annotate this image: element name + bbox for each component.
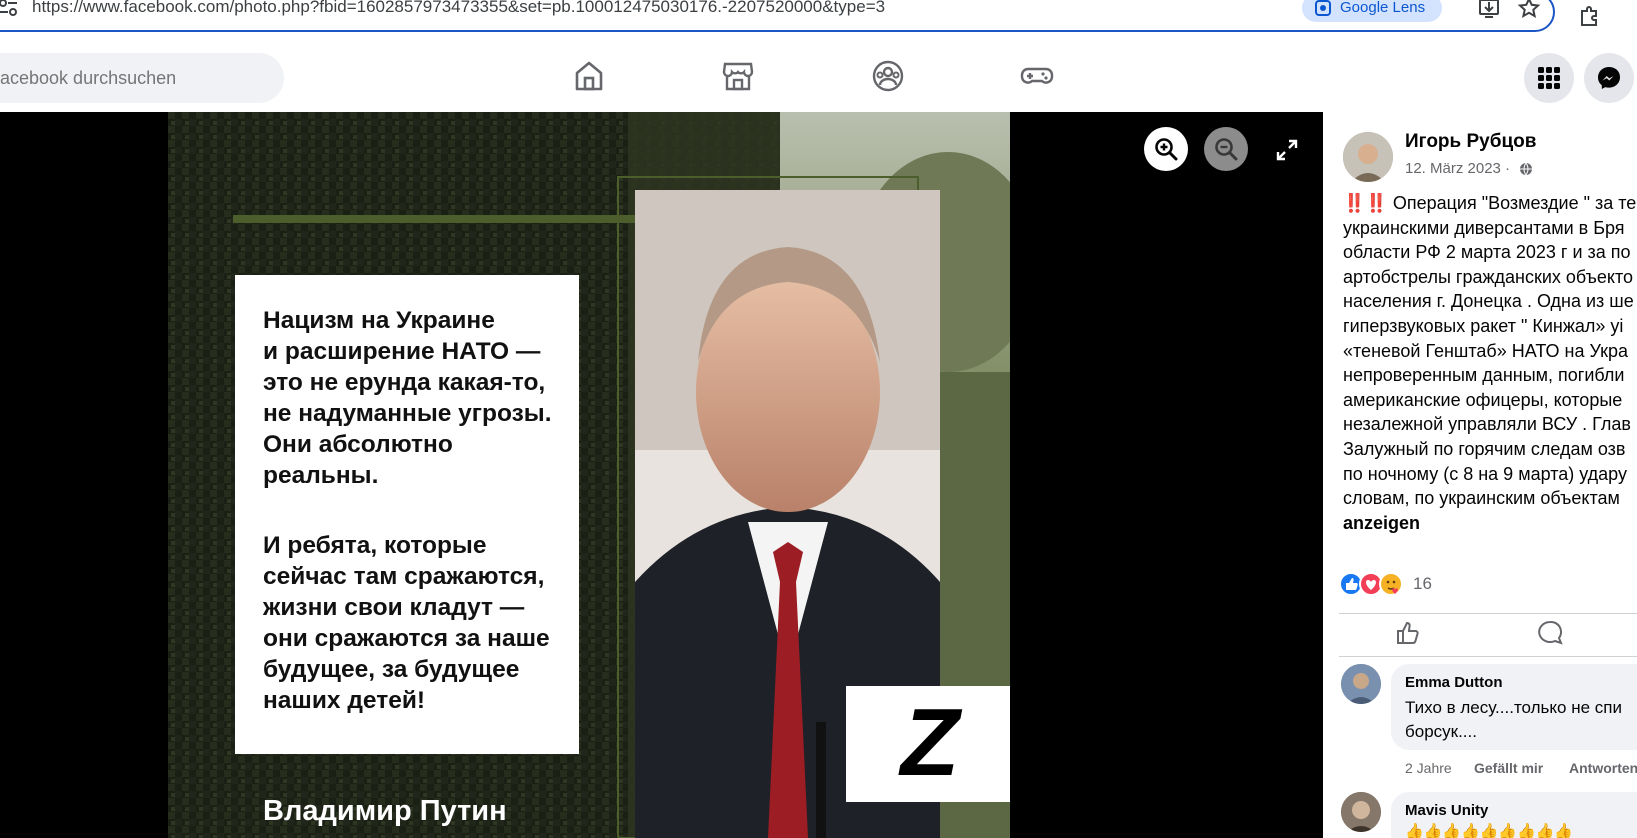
post-date[interactable]: 12. März 2023 · [1405, 160, 1510, 177]
comment-text-line: Тихо в лесу....только не спи [1405, 698, 1622, 717]
quote-author: Владимир Путин [263, 795, 507, 827]
post-text-line: незалежной управляли ВСУ . Глав [1343, 414, 1631, 435]
comment-bubble: Emma Dutton Тихо в лесу....только не спи… [1391, 664, 1637, 750]
quote-line: Они абсолютно [263, 431, 453, 458]
quote-line: сейчас там сражаются, [263, 563, 545, 590]
post-text-line: Залужный по горячим следам озв [1343, 438, 1626, 459]
zoom-out-button[interactable] [1204, 127, 1248, 171]
avatar-image [1341, 664, 1381, 704]
care-reaction-icon [1379, 572, 1403, 596]
google-lens-button[interactable]: Google Lens [1302, 0, 1442, 22]
comment-text: Тихо в лесу....только не спи борсук.... [1405, 696, 1622, 744]
post-text-line: украинскими диверсантами в Бря [1343, 217, 1625, 238]
comment-like-link[interactable]: Gefällt mir [1474, 760, 1543, 776]
fullscreen-icon[interactable] [1276, 139, 1298, 161]
divider [1339, 656, 1637, 657]
reaction-count[interactable]: 16 [1413, 574, 1432, 594]
google-lens-label: Google Lens [1340, 0, 1426, 16]
comment-text-line: 👍👍👍👍👍👍👍👍👍 [1405, 823, 1574, 838]
avatar-image [1341, 792, 1381, 832]
quote-line: и расширение НАТО — [263, 338, 541, 365]
quote-line: жизни свои кладут — [263, 594, 525, 621]
facebook-header [0, 40, 1637, 112]
post-text-line: американские офицеры, которые [1343, 389, 1623, 410]
quote-line: это не ерунда какая-то, [263, 369, 546, 396]
browser-toolbar: https://www.facebook.com/photo.php?fbid=… [0, 0, 1637, 41]
like-icon[interactable] [1395, 620, 1421, 646]
post-text-line: области РФ 2 марта 2023 г и за по [1343, 242, 1631, 263]
comment-author[interactable]: Mavis Unity [1405, 802, 1488, 819]
comment-age[interactable]: 2 Jahre [1405, 760, 1452, 776]
zoom-in-icon [1155, 138, 1178, 161]
photo-viewer: Нацизм на Украине и расширение НАТО — эт… [0, 112, 1323, 838]
quote-line: реальны. [263, 462, 379, 489]
menu-grid-icon [1538, 67, 1560, 89]
post-text-line: артобстрелы гражданских объекто [1343, 266, 1634, 287]
post-panel: Игорь Рубцов 12. März 2023 · ‼️‼️ Операц… [1323, 112, 1637, 838]
marketplace-icon[interactable] [721, 59, 755, 93]
post-photo[interactable]: Нацизм на Украине и расширение НАТО — эт… [168, 112, 1010, 838]
extension-icon[interactable] [1578, 3, 1602, 27]
post-text-line: населения г. Донецка . Одна из ше [1343, 291, 1634, 312]
quote-line: не надуманные угрозы. [263, 400, 552, 427]
zoom-in-button[interactable] [1144, 127, 1188, 171]
quote-line: Нацизм на Украине [263, 307, 495, 334]
quote-line: И ребята, которые [263, 532, 487, 559]
quote-paragraph-1: Нацизм на Украине и расширение НАТО — эт… [263, 305, 563, 491]
download-icon[interactable] [1477, 0, 1501, 20]
tune-icon[interactable] [0, 0, 18, 17]
messenger-icon [1598, 67, 1620, 89]
divider [1339, 613, 1637, 614]
see-more-link[interactable]: anzeigen [1343, 511, 1636, 536]
quote-line: они сражаются за наше [263, 625, 550, 652]
avatar-image [1343, 132, 1393, 182]
post-text: ‼️‼️ Операция "Возмездие " за те украинс… [1343, 191, 1636, 535]
post-author[interactable]: Игорь Рубцов [1405, 131, 1536, 153]
comment-icon[interactable] [1537, 620, 1563, 646]
quote-line: наших детей! [263, 687, 426, 714]
groups-icon[interactable] [871, 59, 905, 93]
post-text-line: словам, по украинским объектам [1343, 488, 1620, 509]
post-text-line: ‼️‼️ Операция "Возмездие " за те [1343, 193, 1637, 213]
google-lens-icon [1315, 0, 1331, 16]
quote-paragraph-2: И ребята, которые сейчас там сражаются, … [263, 530, 563, 716]
z-symbol: Z [900, 689, 960, 796]
commenter-avatar[interactable] [1341, 792, 1381, 832]
comment-reply-link[interactable]: Antworten [1569, 760, 1637, 776]
quote-line: будущее, за будущее [263, 656, 520, 683]
star-icon[interactable] [1517, 0, 1541, 20]
comment-text-line: борсук.... [1405, 722, 1477, 741]
messenger-button[interactable] [1584, 53, 1634, 103]
comment-bubble: Mavis Unity 👍👍👍👍👍👍👍👍👍 [1391, 792, 1637, 838]
reaction-icons[interactable] [1339, 572, 1409, 596]
globe-icon [1520, 162, 1532, 176]
home-icon[interactable] [572, 59, 606, 93]
quote-card: Нацизм на Украине и расширение НАТО — эт… [235, 275, 579, 754]
poster-avatar[interactable] [1343, 132, 1393, 182]
commenter-avatar[interactable] [1341, 664, 1381, 704]
search-input[interactable] [0, 53, 270, 103]
zoom-out-icon [1215, 138, 1238, 161]
post-text-line: непроверенным данным, погибли [1343, 365, 1625, 386]
post-text-line: гиперзвуковых ракет " Кинжал» уі [1343, 315, 1624, 336]
url-text[interactable]: https://www.facebook.com/photo.php?fbid=… [32, 0, 885, 17]
post-text-line: по ночному (с 8 на 9 марта) удару [1343, 463, 1627, 484]
comment-author[interactable]: Emma Dutton [1405, 674, 1503, 691]
address-bar[interactable]: https://www.facebook.com/photo.php?fbid=… [0, 0, 1555, 32]
menu-button[interactable] [1524, 53, 1574, 103]
post-text-line: «теневой Генштаб» НАТО на Укра [1343, 340, 1629, 361]
gaming-icon[interactable] [1020, 59, 1054, 93]
facebook-search[interactable] [0, 53, 284, 103]
